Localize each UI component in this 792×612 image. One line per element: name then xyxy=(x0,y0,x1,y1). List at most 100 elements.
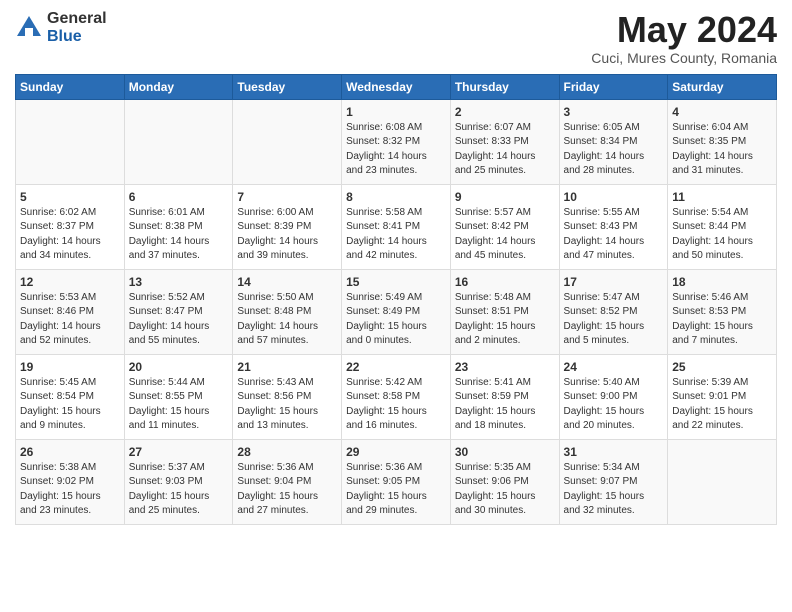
day-info: Sunrise: 5:39 AM Sunset: 9:01 PM Dayligh… xyxy=(672,376,772,434)
day-info: Sunrise: 5:34 AM Sunset: 9:07 PM Dayligh… xyxy=(564,461,664,519)
day-info: Sunrise: 5:43 AM Sunset: 8:56 PM Dayligh… xyxy=(237,376,337,434)
day-number: 28 xyxy=(237,445,337,459)
day-info: Sunrise: 5:49 AM Sunset: 8:49 PM Dayligh… xyxy=(346,291,446,349)
day-info: Sunrise: 5:53 AM Sunset: 8:46 PM Dayligh… xyxy=(20,291,120,349)
day-info: Sunrise: 5:50 AM Sunset: 8:48 PM Dayligh… xyxy=(237,291,337,349)
calendar-day-cell: 30 Sunrise: 5:35 AM Sunset: 9:06 PM Dayli… xyxy=(450,439,559,524)
calendar-day-cell xyxy=(16,99,125,184)
header-row: SundayMondayTuesdayWednesdayThursdayFrid… xyxy=(16,74,777,99)
calendar-day-cell: 26 Sunrise: 5:38 AM Sunset: 9:02 PM Dayli… xyxy=(16,439,125,524)
day-info: Sunrise: 5:54 AM Sunset: 8:44 PM Dayligh… xyxy=(672,206,772,264)
day-info: Sunrise: 5:37 AM Sunset: 9:03 PM Dayligh… xyxy=(129,461,229,519)
calendar-day-cell: 27 Sunrise: 5:37 AM Sunset: 9:03 PM Dayli… xyxy=(124,439,233,524)
calendar-day-cell: 7Sunrise: 6:00 AM Sunset: 8:39 PM Daylig… xyxy=(233,184,342,269)
day-number: 25 xyxy=(672,360,772,374)
calendar-day-cell: 3 Sunrise: 6:05 AM Sunset: 8:34 PM Daylig… xyxy=(559,99,668,184)
calendar-day-cell: 24Sunrise: 5:40 AM Sunset: 9:00 PM Dayli… xyxy=(559,354,668,439)
day-number: 6 xyxy=(129,190,229,204)
calendar-day-cell: 29 Sunrise: 5:36 AM Sunset: 9:05 PM Dayli… xyxy=(342,439,451,524)
logo-text: General Blue xyxy=(47,10,107,46)
calendar-day-cell: 28 Sunrise: 5:36 AM Sunset: 9:04 PM Dayli… xyxy=(233,439,342,524)
page-header: General Blue May 2024 Cuci, Mures County… xyxy=(15,10,777,66)
calendar-day-cell: 17Sunrise: 5:47 AM Sunset: 8:52 PM Dayli… xyxy=(559,269,668,354)
header-day-friday: Friday xyxy=(559,74,668,99)
logo-blue-text: Blue xyxy=(47,28,82,45)
calendar-week-row: 1 Sunrise: 6:08 AM Sunset: 8:32 PM Daylig… xyxy=(16,99,777,184)
logo-general-text: General xyxy=(47,10,107,27)
header-day-thursday: Thursday xyxy=(450,74,559,99)
calendar-table: SundayMondayTuesdayWednesdayThursdayFrid… xyxy=(15,74,777,525)
day-info: Sunrise: 5:44 AM Sunset: 8:55 PM Dayligh… xyxy=(129,376,229,434)
day-number: 31 xyxy=(564,445,664,459)
day-info: Sunrise: 6:07 AM Sunset: 8:33 PM Dayligh… xyxy=(455,121,555,179)
day-number: 15 xyxy=(346,275,446,289)
day-info: Sunrise: 6:08 AM Sunset: 8:32 PM Dayligh… xyxy=(346,121,446,179)
calendar-day-cell: 11 Sunrise: 5:54 AM Sunset: 8:44 PM Dayli… xyxy=(668,184,777,269)
calendar-day-cell: 12 Sunrise: 5:53 AM Sunset: 8:46 PM Dayli… xyxy=(16,269,125,354)
day-number: 13 xyxy=(129,275,229,289)
day-number: 2 xyxy=(455,105,555,119)
calendar-day-cell: 18Sunrise: 5:46 AM Sunset: 8:53 PM Dayli… xyxy=(668,269,777,354)
day-number: 27 xyxy=(129,445,229,459)
day-info: Sunrise: 5:35 AM Sunset: 9:06 PM Dayligh… xyxy=(455,461,555,519)
day-number: 19 xyxy=(20,360,120,374)
day-number: 11 xyxy=(672,190,772,204)
day-number: 9 xyxy=(455,190,555,204)
day-info: Sunrise: 5:52 AM Sunset: 8:47 PM Dayligh… xyxy=(129,291,229,349)
calendar-day-cell: 19 Sunrise: 5:45 AM Sunset: 8:54 PM Dayli… xyxy=(16,354,125,439)
day-number: 4 xyxy=(672,105,772,119)
location-subtitle: Cuci, Mures County, Romania xyxy=(591,50,777,66)
calendar-day-cell: 23 Sunrise: 5:41 AM Sunset: 8:59 PM Dayli… xyxy=(450,354,559,439)
calendar-header: SundayMondayTuesdayWednesdayThursdayFrid… xyxy=(16,74,777,99)
calendar-day-cell: 25 Sunrise: 5:39 AM Sunset: 9:01 PM Dayli… xyxy=(668,354,777,439)
day-info: Sunrise: 5:36 AM Sunset: 9:04 PM Dayligh… xyxy=(237,461,337,519)
day-number: 21 xyxy=(237,360,337,374)
day-info: Sunrise: 5:45 AM Sunset: 8:54 PM Dayligh… xyxy=(20,376,120,434)
day-number: 26 xyxy=(20,445,120,459)
month-year-title: May 2024 xyxy=(591,10,777,50)
calendar-week-row: 19 Sunrise: 5:45 AM Sunset: 8:54 PM Dayli… xyxy=(16,354,777,439)
calendar-week-row: 12 Sunrise: 5:53 AM Sunset: 8:46 PM Dayli… xyxy=(16,269,777,354)
calendar-day-cell xyxy=(124,99,233,184)
header-day-saturday: Saturday xyxy=(668,74,777,99)
header-day-sunday: Sunday xyxy=(16,74,125,99)
day-number: 30 xyxy=(455,445,555,459)
day-info: Sunrise: 5:36 AM Sunset: 9:05 PM Dayligh… xyxy=(346,461,446,519)
header-day-tuesday: Tuesday xyxy=(233,74,342,99)
calendar-day-cell xyxy=(668,439,777,524)
day-number: 14 xyxy=(237,275,337,289)
day-number: 12 xyxy=(20,275,120,289)
day-number: 29 xyxy=(346,445,446,459)
day-info: Sunrise: 6:02 AM Sunset: 8:37 PM Dayligh… xyxy=(20,206,120,264)
day-info: Sunrise: 6:04 AM Sunset: 8:35 PM Dayligh… xyxy=(672,121,772,179)
calendar-day-cell: 6 Sunrise: 6:01 AM Sunset: 8:38 PM Daylig… xyxy=(124,184,233,269)
day-info: Sunrise: 5:47 AM Sunset: 8:52 PM Dayligh… xyxy=(564,291,664,349)
calendar-day-cell: 4 Sunrise: 6:04 AM Sunset: 8:35 PM Daylig… xyxy=(668,99,777,184)
day-info: Sunrise: 5:42 AM Sunset: 8:58 PM Dayligh… xyxy=(346,376,446,434)
calendar-day-cell: 5 Sunrise: 6:02 AM Sunset: 8:37 PM Daylig… xyxy=(16,184,125,269)
calendar-week-row: 26 Sunrise: 5:38 AM Sunset: 9:02 PM Dayli… xyxy=(16,439,777,524)
day-info: Sunrise: 6:05 AM Sunset: 8:34 PM Dayligh… xyxy=(564,121,664,179)
calendar-day-cell: 21 Sunrise: 5:43 AM Sunset: 8:56 PM Dayli… xyxy=(233,354,342,439)
day-number: 20 xyxy=(129,360,229,374)
calendar-week-row: 5 Sunrise: 6:02 AM Sunset: 8:37 PM Daylig… xyxy=(16,184,777,269)
day-number: 3 xyxy=(564,105,664,119)
calendar-day-cell: 14 Sunrise: 5:50 AM Sunset: 8:48 PM Dayli… xyxy=(233,269,342,354)
day-info: Sunrise: 5:46 AM Sunset: 8:53 PM Dayligh… xyxy=(672,291,772,349)
calendar-day-cell xyxy=(233,99,342,184)
day-number: 23 xyxy=(455,360,555,374)
calendar-day-cell: 9Sunrise: 5:57 AM Sunset: 8:42 PM Daylig… xyxy=(450,184,559,269)
day-info: Sunrise: 6:00 AM Sunset: 8:39 PM Dayligh… xyxy=(237,206,337,264)
title-block: May 2024 Cuci, Mures County, Romania xyxy=(591,10,777,66)
logo-icon xyxy=(15,14,43,42)
day-number: 1 xyxy=(346,105,446,119)
day-number: 5 xyxy=(20,190,120,204)
calendar-day-cell: 2 Sunrise: 6:07 AM Sunset: 8:33 PM Daylig… xyxy=(450,99,559,184)
day-info: Sunrise: 5:41 AM Sunset: 8:59 PM Dayligh… xyxy=(455,376,555,434)
header-day-wednesday: Wednesday xyxy=(342,74,451,99)
day-info: Sunrise: 6:01 AM Sunset: 8:38 PM Dayligh… xyxy=(129,206,229,264)
day-info: Sunrise: 5:55 AM Sunset: 8:43 PM Dayligh… xyxy=(564,206,664,264)
header-day-monday: Monday xyxy=(124,74,233,99)
calendar-day-cell: 8Sunrise: 5:58 AM Sunset: 8:41 PM Daylig… xyxy=(342,184,451,269)
day-info: Sunrise: 5:38 AM Sunset: 9:02 PM Dayligh… xyxy=(20,461,120,519)
